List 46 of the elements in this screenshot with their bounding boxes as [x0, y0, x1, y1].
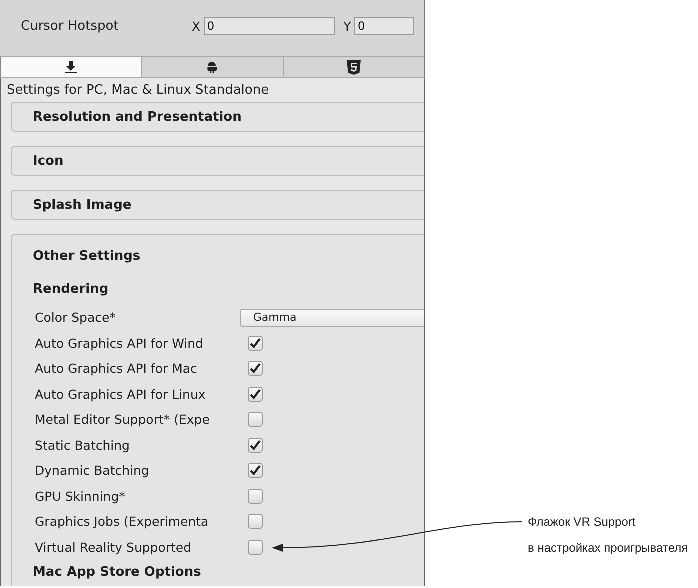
- input-field[interactable]: 0: [204, 17, 335, 35]
- setting-label: Auto Graphics API for Mac: [35, 361, 198, 376]
- setting-label: GPU Skinning*: [35, 488, 126, 504]
- input-field[interactable]: 0: [354, 17, 414, 35]
- setting-label: Metal Editor Support* (Expe: [35, 412, 211, 428]
- field-label: Cursor Hotspot: [21, 18, 120, 34]
- html5-icon: [346, 60, 361, 74]
- setting-label: Virtual Reality Supported: [35, 540, 193, 555]
- check-icon: [250, 363, 261, 374]
- checkbox[interactable]: [248, 488, 263, 504]
- annotation-text: Флажок VR Support в настройках проигрывателя: [528, 514, 688, 557]
- check-icon: [250, 338, 261, 349]
- foldout-section[interactable]: [11, 234, 424, 586]
- dropdown[interactable]: Gamma: [240, 308, 424, 327]
- group-heading: Mac App Store Options: [32, 564, 202, 582]
- setting-label: Auto Graphics API for Wind: [35, 336, 204, 351]
- checkbox[interactable]: [248, 412, 263, 428]
- section-title: Resolution and Presentation: [32, 110, 242, 124]
- setting-label: Static Batching: [35, 438, 131, 453]
- checkbox[interactable]: [248, 514, 263, 530]
- group-heading: Rendering: [32, 281, 109, 299]
- section-title: Other Settings: [32, 248, 142, 265]
- checkbox[interactable]: [248, 438, 263, 453]
- foldout-section[interactable]: Icon: [11, 146, 424, 176]
- check-icon: [250, 388, 261, 400]
- checkbox[interactable]: [248, 540, 263, 555]
- setting-label: Graphics Jobs (Experimenta: [35, 514, 210, 530]
- setting-label: Color Space*: [35, 310, 117, 326]
- platform-tab[interactable]: [1, 57, 142, 77]
- android-icon: [207, 61, 218, 73]
- checkbox[interactable]: [248, 361, 263, 376]
- check-icon: [250, 465, 261, 476]
- section-title: Icon: [32, 154, 64, 168]
- section-title: Splash Image: [32, 198, 132, 212]
- settings-title: Settings for PC, Mac & Linux Standalone: [6, 82, 270, 99]
- setting-label: Auto Graphics API for Linux: [35, 386, 207, 402]
- axis-label: X: [192, 18, 201, 34]
- download-icon: [65, 60, 78, 74]
- checkbox[interactable]: [248, 463, 263, 478]
- checkbox[interactable]: [248, 336, 263, 351]
- checkbox[interactable]: [248, 386, 263, 402]
- check-icon: [250, 440, 261, 451]
- foldout-section[interactable]: Splash Image: [11, 190, 424, 220]
- setting-label: Dynamic Batching: [35, 463, 150, 478]
- foldout-section[interactable]: Resolution and Presentation: [11, 102, 424, 132]
- axis-label: Y: [344, 18, 352, 34]
